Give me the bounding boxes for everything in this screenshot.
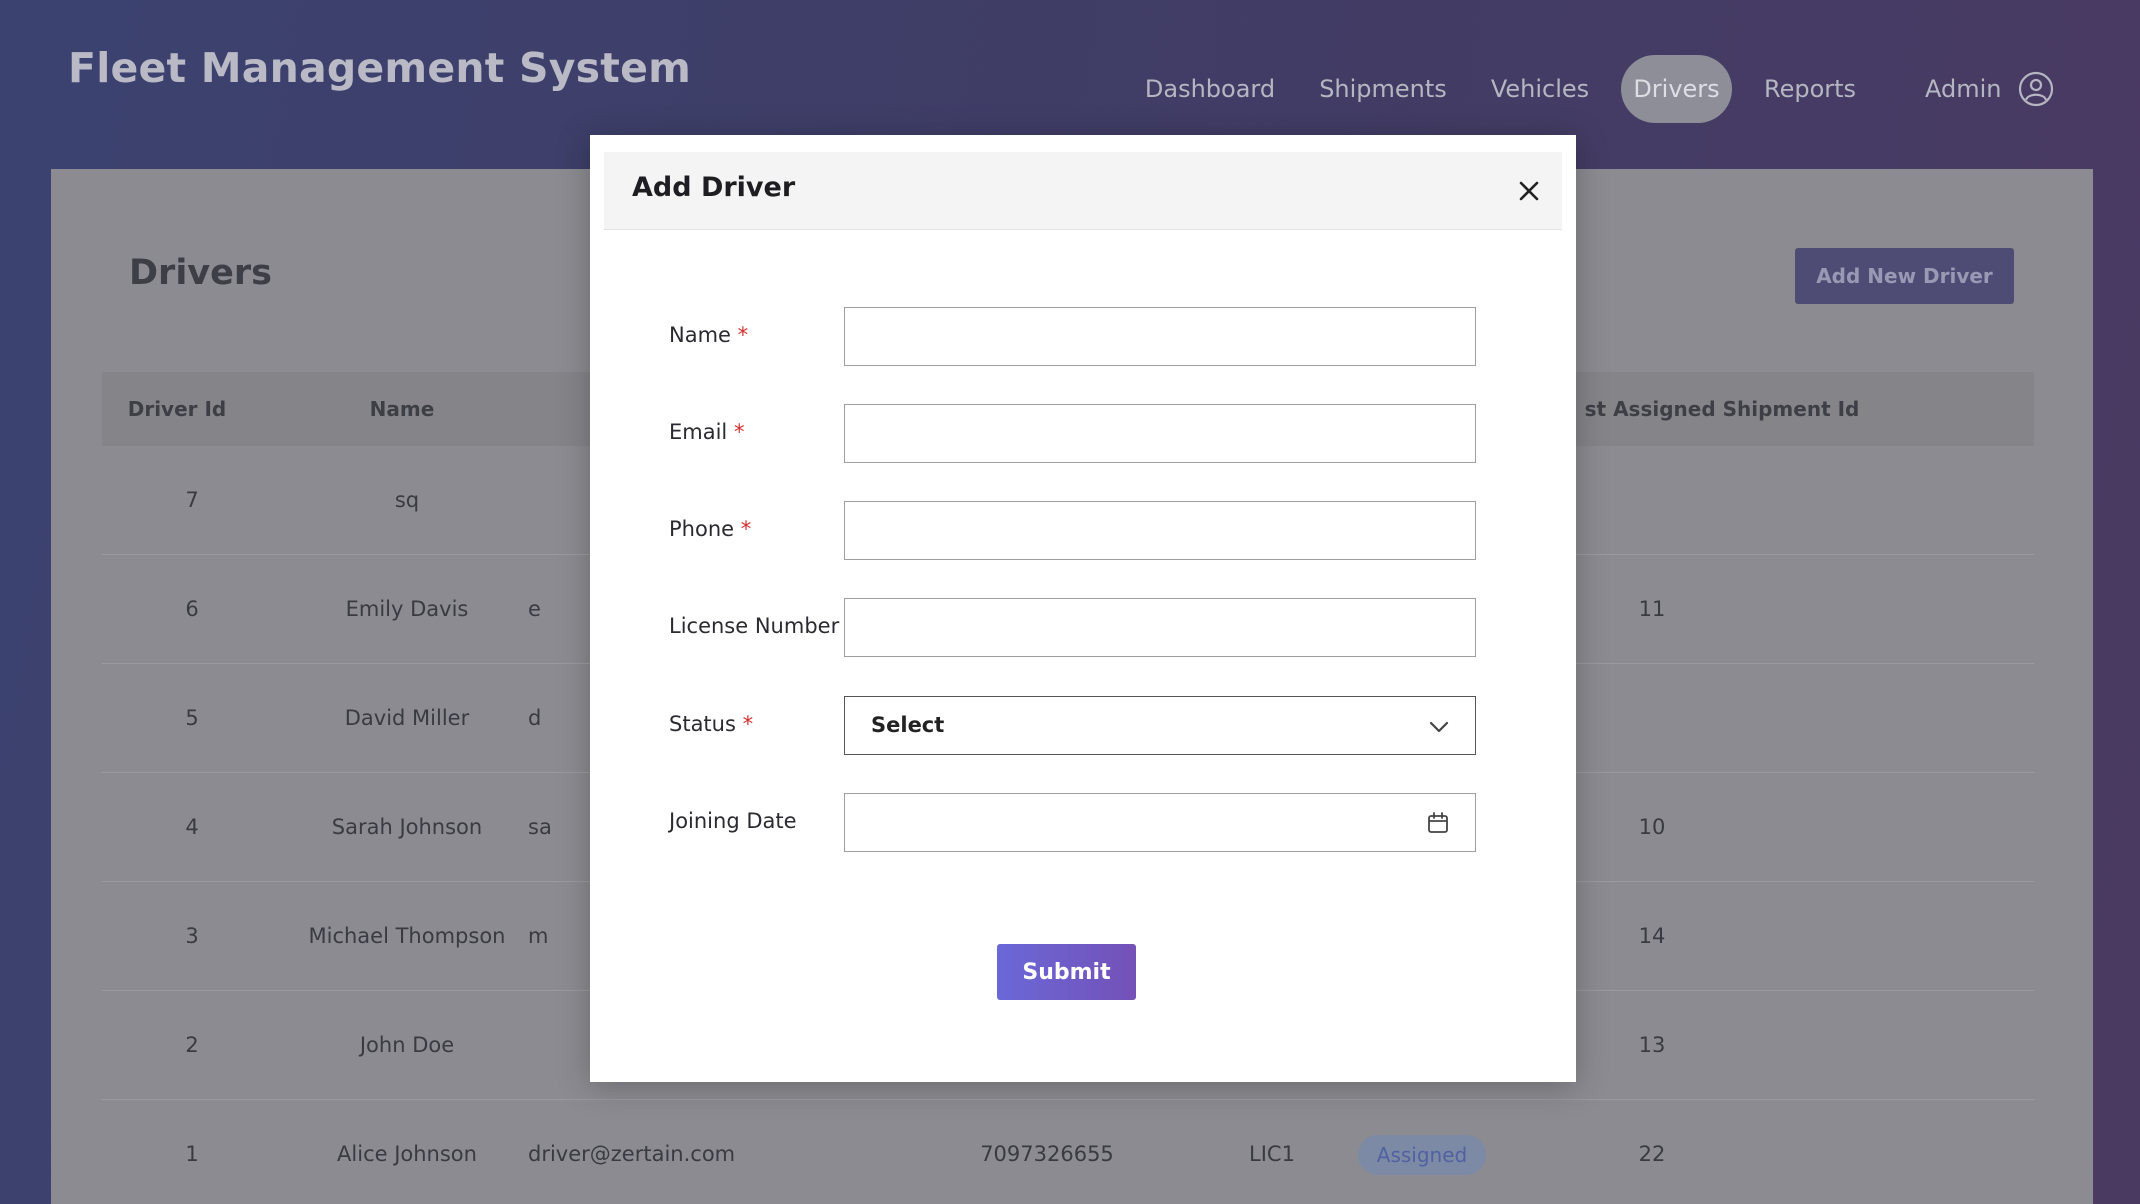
column-header-name[interactable]: Name bbox=[252, 372, 552, 446]
status-badge: Assigned bbox=[1357, 1135, 1487, 1175]
close-icon[interactable] bbox=[1514, 176, 1544, 206]
cell-name: John Doe bbox=[359, 1033, 455, 1057]
phone-label: Phone * bbox=[669, 517, 751, 541]
required-marker: * bbox=[733, 420, 745, 444]
cell-name: Alice Johnson bbox=[337, 1142, 477, 1166]
app-title: Fleet Management System bbox=[68, 44, 692, 92]
email-label-text: Email bbox=[669, 420, 728, 444]
cell-shipment-id bbox=[1602, 446, 1702, 555]
status-select-value: Select bbox=[871, 713, 945, 737]
submit-button[interactable]: Submit bbox=[997, 944, 1136, 1000]
admin-menu[interactable]: Admin bbox=[1925, 57, 2054, 121]
cell-shipment-id: 10 bbox=[1638, 815, 1666, 839]
status-label: Status * bbox=[669, 712, 753, 736]
phone-input[interactable] bbox=[844, 501, 1476, 560]
cell-shipment-id: 14 bbox=[1638, 924, 1666, 948]
name-input[interactable] bbox=[844, 307, 1476, 366]
cell-shipment-id: 11 bbox=[1638, 597, 1666, 621]
calendar-icon[interactable] bbox=[1425, 810, 1451, 836]
nav-vehicles[interactable]: Vehicles bbox=[1484, 55, 1596, 123]
license-label-text: License Number bbox=[669, 614, 840, 638]
cell-driver-id: 7 bbox=[185, 488, 199, 512]
nav-reports[interactable]: Reports bbox=[1756, 55, 1864, 123]
add-driver-modal: Add Driver Name * Email * Phone * Licens… bbox=[590, 135, 1576, 1082]
cell-phone: 7097326655 bbox=[980, 1142, 1114, 1166]
email-input[interactable] bbox=[844, 404, 1476, 463]
joining-date-input[interactable] bbox=[844, 793, 1476, 852]
nav-dashboard[interactable]: Dashboard bbox=[1130, 55, 1290, 123]
cell-shipment-id: 13 bbox=[1638, 1033, 1666, 1057]
add-new-driver-button[interactable]: Add New Driver bbox=[1795, 248, 2014, 304]
joining-date-label: Joining Date bbox=[669, 809, 797, 833]
cell-status: Assigned bbox=[1342, 1100, 1502, 1204]
nav-shipments[interactable]: Shipments bbox=[1312, 55, 1454, 123]
required-marker: * bbox=[742, 712, 754, 736]
required-marker: * bbox=[737, 323, 749, 347]
user-circle-icon bbox=[2018, 71, 2053, 107]
cell-name: Sarah Johnson bbox=[331, 815, 483, 839]
cell-name: sq bbox=[394, 488, 420, 512]
cell-driver-id: 2 bbox=[185, 1033, 199, 1057]
cell-driver-id: 3 bbox=[185, 924, 199, 948]
cell-name: Michael Thompson bbox=[308, 924, 506, 948]
cell-name: Emily Davis bbox=[345, 597, 469, 621]
phone-label-text: Phone bbox=[669, 517, 735, 541]
license-label: License Number bbox=[669, 614, 839, 638]
admin-label: Admin bbox=[1925, 75, 2002, 103]
name-label: Name * bbox=[669, 323, 748, 347]
joining-date-label-text: Joining Date bbox=[669, 809, 797, 833]
cell-shipment-id: 22 bbox=[1638, 1142, 1666, 1166]
cell-driver-id: 6 bbox=[185, 597, 199, 621]
cell-shipment-id bbox=[1602, 664, 1702, 773]
cell-driver-id: 5 bbox=[185, 706, 199, 730]
status-label-text: Status bbox=[669, 712, 736, 736]
column-header-driver-id[interactable]: Driver Id bbox=[102, 372, 252, 446]
cell-email: driver@zertain.com bbox=[528, 1142, 736, 1166]
cell-driver-id: 1 bbox=[185, 1142, 199, 1166]
modal-header: Add Driver bbox=[604, 152, 1562, 230]
status-select[interactable]: Select bbox=[844, 696, 1476, 755]
cell-license: LIC1 bbox=[1249, 1142, 1295, 1166]
required-marker: * bbox=[740, 517, 752, 541]
email-label: Email * bbox=[669, 420, 744, 444]
license-number-input[interactable] bbox=[844, 598, 1476, 657]
cell-driver-id: 4 bbox=[185, 815, 199, 839]
modal-title: Add Driver bbox=[632, 172, 796, 203]
nav-drivers[interactable]: Drivers bbox=[1621, 55, 1732, 123]
cell-name: David Miller bbox=[344, 706, 470, 730]
chevron-down-icon bbox=[1429, 721, 1449, 733]
page-title: Drivers bbox=[129, 253, 272, 293]
table-row[interactable]: 1 Alice Johnson driver@zertain.com 70973… bbox=[102, 1100, 2034, 1204]
name-label-text: Name bbox=[669, 323, 731, 347]
